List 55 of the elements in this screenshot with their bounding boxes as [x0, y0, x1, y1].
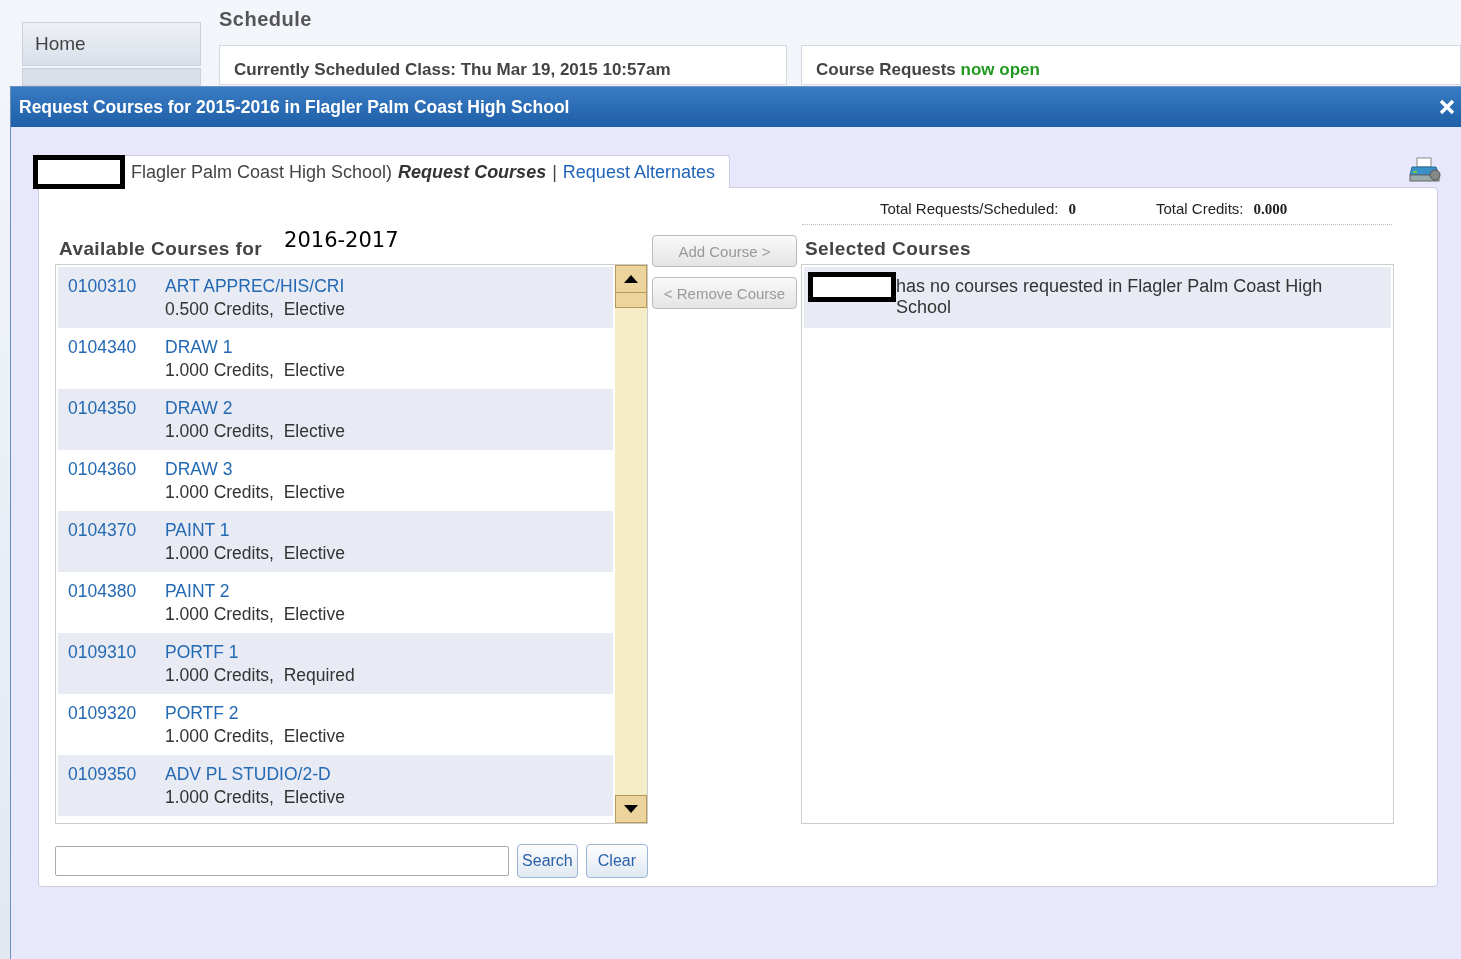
- search-field[interactable]: [55, 846, 510, 876]
- course-code[interactable]: 0109350: [68, 764, 165, 816]
- course-name[interactable]: PORTF 2: [165, 703, 603, 724]
- course-credits: 1.000 Credits, Elective: [165, 543, 346, 564]
- course-name[interactable]: ADV PL STUDIO/2-D: [165, 764, 603, 785]
- total-label: Total Credits: 0.000: [1155, 200, 1288, 218]
- printer-icon[interactable]: [1409, 157, 1441, 183]
- course-name[interactable]: DRAW 3: [165, 459, 603, 480]
- course-credits: 1.000 Credits, Elective: [165, 604, 346, 625]
- course-code[interactable]: 0104340: [68, 337, 165, 389]
- available-heading: Available Courses for: [58, 238, 264, 261]
- course-code[interactable]: 0104370: [68, 520, 165, 572]
- course-code[interactable]: 0104380: [68, 581, 165, 633]
- course-name[interactable]: PAINT 1: [165, 520, 603, 541]
- scrollbar-thumb[interactable]: [615, 292, 647, 308]
- clear-button[interactable]: Clear: [585, 844, 648, 878]
- course-requests-card: Course Requests now open: [801, 45, 1461, 85]
- course-row[interactable]: 0104350 DRAW 2 1.000 Credits, Elective: [58, 389, 613, 450]
- course-name[interactable]: ART APPREC/HIS/CRI: [165, 276, 603, 297]
- page-title: Schedule: [219, 8, 313, 31]
- total-label: Total Requests/Scheduled: 0: [880, 200, 1076, 218]
- course-code[interactable]: 0104350: [68, 398, 165, 450]
- course-credits: 1.000 Credits, Elective: [165, 482, 346, 503]
- course-credits: 0.500 Credits, Elective: [165, 299, 346, 320]
- course-row[interactable]: 0100310 ART APPREC/HIS/CRI 0.500 Credits, Elective: [58, 267, 613, 328]
- scheduled-class-card: Currently Scheduled Class: Thu Mar 19, 2015 10:57am: [219, 45, 787, 85]
- course-row[interactable]: 0109310 PORTF 1 1.000 Credits, Required: [58, 633, 613, 694]
- course-row[interactable]: 0104370 PAINT 1 1.000 Credits, Elective: [58, 511, 613, 572]
- tab[interactable]: Request Alternates: [562, 161, 715, 183]
- course-row[interactable]: 0109350 ADV PL STUDIO/2-D 1.000 Credits, Elective: [58, 755, 613, 816]
- course-code[interactable]: 0109320: [68, 703, 165, 755]
- course-name[interactable]: DRAW 2: [165, 398, 603, 419]
- empty-message: has no courses requested in Flagler Palm Coast High School: [896, 276, 1324, 318]
- dialog-title: Request Courses for 2015-2016 in Flagler Palm Coast High School: [19, 96, 570, 118]
- course-credits: 1.000 Credits, Elective: [165, 787, 346, 808]
- course-credits: 1.000 Credits, Elective: [165, 421, 346, 442]
- school-note: Flagler Palm Coast High School): [131, 161, 393, 183]
- tab-separator: |: [552, 161, 557, 183]
- course-credits: 1.000 Credits, Elective: [165, 360, 346, 381]
- selected-heading: Selected Courses: [804, 238, 972, 261]
- course-credits: 1.000 Credits, Required: [165, 665, 356, 686]
- course-code[interactable]: 0104360: [68, 459, 165, 511]
- course-credits: 1.000 Credits, Elective: [165, 726, 346, 747]
- course-name[interactable]: DRAW 1: [165, 337, 603, 358]
- scrollbar[interactable]: [615, 265, 647, 823]
- nav-item[interactable]: Home: [22, 22, 201, 66]
- down-arrow-icon[interactable]: [624, 805, 638, 813]
- course-code[interactable]: 0109310: [68, 642, 165, 694]
- course-name[interactable]: PORTF 1: [165, 642, 603, 663]
- up-arrow-icon[interactable]: [624, 275, 638, 283]
- search-button[interactable]: Search: [517, 844, 578, 878]
- close-icon[interactable]: [1439, 99, 1455, 115]
- course-name[interactable]: PAINT 2: [165, 581, 603, 602]
- course-code[interactable]: 0100310: [68, 276, 165, 328]
- tab[interactable]: Request Courses: [398, 161, 547, 183]
